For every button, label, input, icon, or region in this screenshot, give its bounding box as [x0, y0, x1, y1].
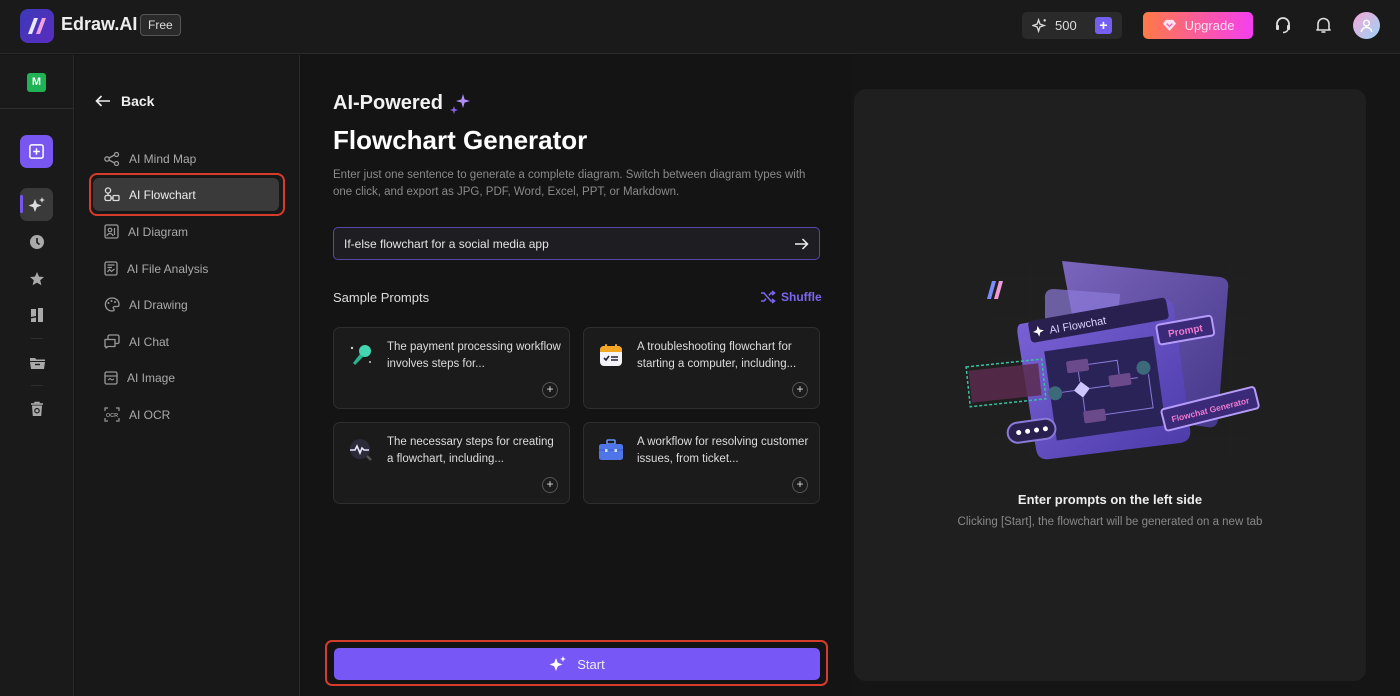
ocr-icon: OCR: [104, 407, 120, 422]
preview-area: AI Flowchat Prompt Flowchat Generator En…: [851, 55, 1400, 696]
new-file-icon: [29, 144, 44, 159]
highlight-ring: [89, 173, 285, 216]
nav-item-ai-ocr[interactable]: OCR AI OCR: [93, 398, 279, 431]
shuffle-label: Shuffle: [781, 290, 822, 304]
back-label: Back: [121, 93, 155, 109]
microphone-icon: [348, 342, 374, 368]
prompt-input[interactable]: [344, 236, 794, 251]
upgrade-label: Upgrade: [1184, 18, 1235, 33]
preview-panel: AI Flowchat Prompt Flowchat Generator En…: [854, 89, 1366, 681]
credits-count: 500: [1055, 18, 1077, 33]
shuffle-button[interactable]: Shuffle: [760, 290, 822, 304]
notification-bell-icon[interactable]: [1313, 15, 1333, 35]
diamond-heart-icon: [1162, 19, 1176, 32]
mind-map-icon: [104, 151, 120, 166]
sample-prompts-heading: Sample Prompts: [333, 290, 430, 305]
sample-prompt-text: A workflow for resolving customer issues…: [637, 436, 809, 465]
nav-item-ai-drawing[interactable]: AI Drawing: [93, 288, 279, 321]
rail-divider: [31, 338, 43, 339]
chat-icon: [104, 334, 120, 349]
generator-panel: AI-Powered Flowchart Generator Enter jus…: [301, 55, 851, 696]
sample-prompt-text: The necessary steps for creating a flowc…: [387, 436, 554, 465]
nav-label: AI Mind Map: [129, 151, 197, 166]
icon-rail: M: [0, 55, 74, 696]
templates-icon[interactable]: [27, 305, 47, 325]
image-icon: [104, 371, 118, 385]
plan-badge: Free: [140, 14, 181, 36]
credits-display[interactable]: 500 +: [1022, 12, 1122, 39]
add-prompt-button[interactable]: +: [542, 382, 558, 398]
sparkle-icon: [450, 93, 471, 114]
svg-text:OCR: OCR: [106, 413, 118, 419]
support-headset-icon[interactable]: [1273, 15, 1293, 35]
brand-name: Edraw.AI: [61, 14, 138, 34]
logo-mark-icon: [28, 18, 46, 34]
nav-item-ai-image[interactable]: AI Image: [93, 361, 279, 394]
ai-sparkle-icon: [28, 196, 45, 212]
add-credits-button[interactable]: +: [1095, 17, 1112, 34]
edraw-logo[interactable]: [20, 9, 54, 43]
nav-item-ai-chat[interactable]: AI Chat: [93, 325, 279, 358]
new-file-button[interactable]: [20, 135, 53, 168]
kicker-heading: AI-Powered: [333, 92, 471, 115]
diagram-icon: [104, 224, 119, 239]
preview-subtitle: Clicking [Start], the flowchart will be …: [957, 516, 1263, 528]
ai-tools-button[interactable]: [20, 188, 53, 221]
add-prompt-button[interactable]: +: [792, 382, 808, 398]
prompt-field[interactable]: [333, 227, 820, 260]
sample-prompt-text: The payment processing workflow involves…: [387, 341, 561, 370]
add-prompt-button[interactable]: +: [542, 477, 558, 493]
preview-title: Enter prompts on the left side: [1017, 492, 1203, 507]
start-button[interactable]: Start: [334, 648, 820, 680]
folder-icon[interactable]: [27, 352, 47, 372]
trash-icon[interactable]: [27, 399, 47, 419]
nav-item-ai-diagram[interactable]: AI Diagram: [93, 215, 279, 248]
nav-label: AI Diagram: [128, 224, 189, 239]
sample-prompt-card[interactable]: The necessary steps for creating a flowc…: [333, 422, 570, 504]
top-bar: Edraw.AI Free 500 + Upgrade: [0, 0, 1400, 54]
file-analysis-icon: [104, 261, 118, 276]
user-icon: [1360, 19, 1373, 33]
back-button[interactable]: Back: [95, 93, 154, 109]
shuffle-icon: [761, 290, 776, 304]
page-title: Flowchart Generator: [333, 125, 588, 155]
nav-label: AI File Analysis: [127, 261, 209, 276]
star-icon[interactable]: [27, 269, 47, 289]
nav-item-ai-file-analysis[interactable]: AI File Analysis: [93, 252, 279, 285]
sparkle-icon: [549, 656, 567, 671]
workspace-badge[interactable]: M: [27, 73, 46, 92]
nav-item-ai-mind-map[interactable]: AI Mind Map: [93, 142, 279, 175]
nav-label: AI OCR: [129, 407, 171, 422]
submit-arrow-icon[interactable]: [794, 237, 809, 250]
add-prompt-button[interactable]: +: [792, 477, 808, 493]
rail-divider: [0, 108, 74, 109]
sparkle-icon: [1032, 18, 1047, 33]
rail-divider: [31, 385, 43, 386]
sample-prompt-card[interactable]: A workflow for resolving customer issues…: [583, 422, 820, 504]
flowchart-illustration: AI Flowchat Prompt Flowchat Generator: [965, 259, 1260, 460]
sample-prompt-card[interactable]: A troubleshooting flowchart for starting…: [583, 327, 820, 409]
user-avatar[interactable]: [1353, 12, 1380, 39]
arrow-left-icon: [95, 95, 110, 107]
nav-label: AI Chat: [129, 334, 170, 349]
illustration-logo-icon: [987, 281, 1003, 299]
pulse-search-icon: [348, 437, 374, 463]
start-label: Start: [577, 656, 605, 672]
checklist-calendar-icon: [598, 342, 624, 368]
kicker-text: AI-Powered: [333, 92, 444, 114]
nav-label: AI Drawing: [129, 297, 188, 312]
briefcase-icon: [598, 437, 624, 463]
page-description: Enter just one sentence to generate a co…: [333, 169, 806, 198]
recent-clock-icon[interactable]: [27, 232, 47, 252]
sample-prompt-card[interactable]: The payment processing workflow involves…: [333, 327, 570, 409]
nav-label: AI Image: [127, 370, 176, 385]
ai-tools-nav: Back AI Mind Map AI Flowchart AI Diagram…: [75, 55, 300, 696]
sample-prompt-text: A troubleshooting flowchart for starting…: [637, 341, 797, 370]
active-indicator: [20, 195, 23, 213]
upgrade-button[interactable]: Upgrade: [1143, 12, 1253, 39]
palette-icon: [104, 297, 120, 312]
